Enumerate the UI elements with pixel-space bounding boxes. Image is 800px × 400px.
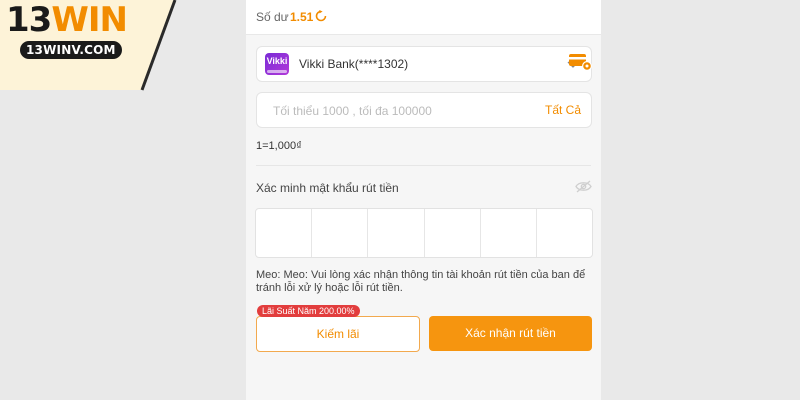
eye-off-icon[interactable] [575,180,592,193]
logo-wordmark: 13WIN [6,0,128,40]
password-label: Xác minh mật khẩu rút tiền [256,181,399,195]
pin-cell[interactable] [256,209,313,257]
password-pin-input [255,208,593,258]
balance-value: 1.51 [290,10,314,24]
amount-input[interactable] [271,93,525,129]
pin-cell[interactable] [368,209,425,257]
pin-cell[interactable] [481,209,537,257]
pin-cell[interactable] [537,209,592,257]
withdraw-all-button[interactable]: Tất Cả [545,103,581,117]
bank-logo: Vikki [265,53,289,75]
tip-text: Meo: Meo: Vui lòng xác nhận thông tin tà… [256,269,586,294]
bank-name: Vikki Bank(****1302) [299,57,409,71]
amount-field: Tất Cả [256,92,592,129]
logo-domain: 13WINV.COM [20,41,122,59]
interest-rate-badge: Lãi Suất Năm 200.00% [257,305,360,317]
card-settings-icon[interactable] [568,52,592,72]
refresh-icon[interactable] [315,10,327,22]
balance-label: Số dư [256,10,289,24]
divider [256,165,591,166]
bank-select[interactable]: Vikki Vikki Bank(****1302) [256,46,592,82]
pin-cell[interactable] [425,209,481,257]
brand-logo: 13WIN 13WINV.COM [0,0,180,91]
balance-bar: Số dư 1.51 [246,0,601,35]
withdraw-panel: Số dư 1.51 Vikki Vikki Bank(****1302) Tấ… [246,0,601,400]
confirm-withdraw-button[interactable]: Xác nhận rút tiền [429,316,592,351]
exchange-rate: 1=1,000₫ [256,140,302,152]
pin-cell[interactable] [312,209,369,257]
earn-interest-button[interactable]: Kiếm lãi [256,316,420,352]
